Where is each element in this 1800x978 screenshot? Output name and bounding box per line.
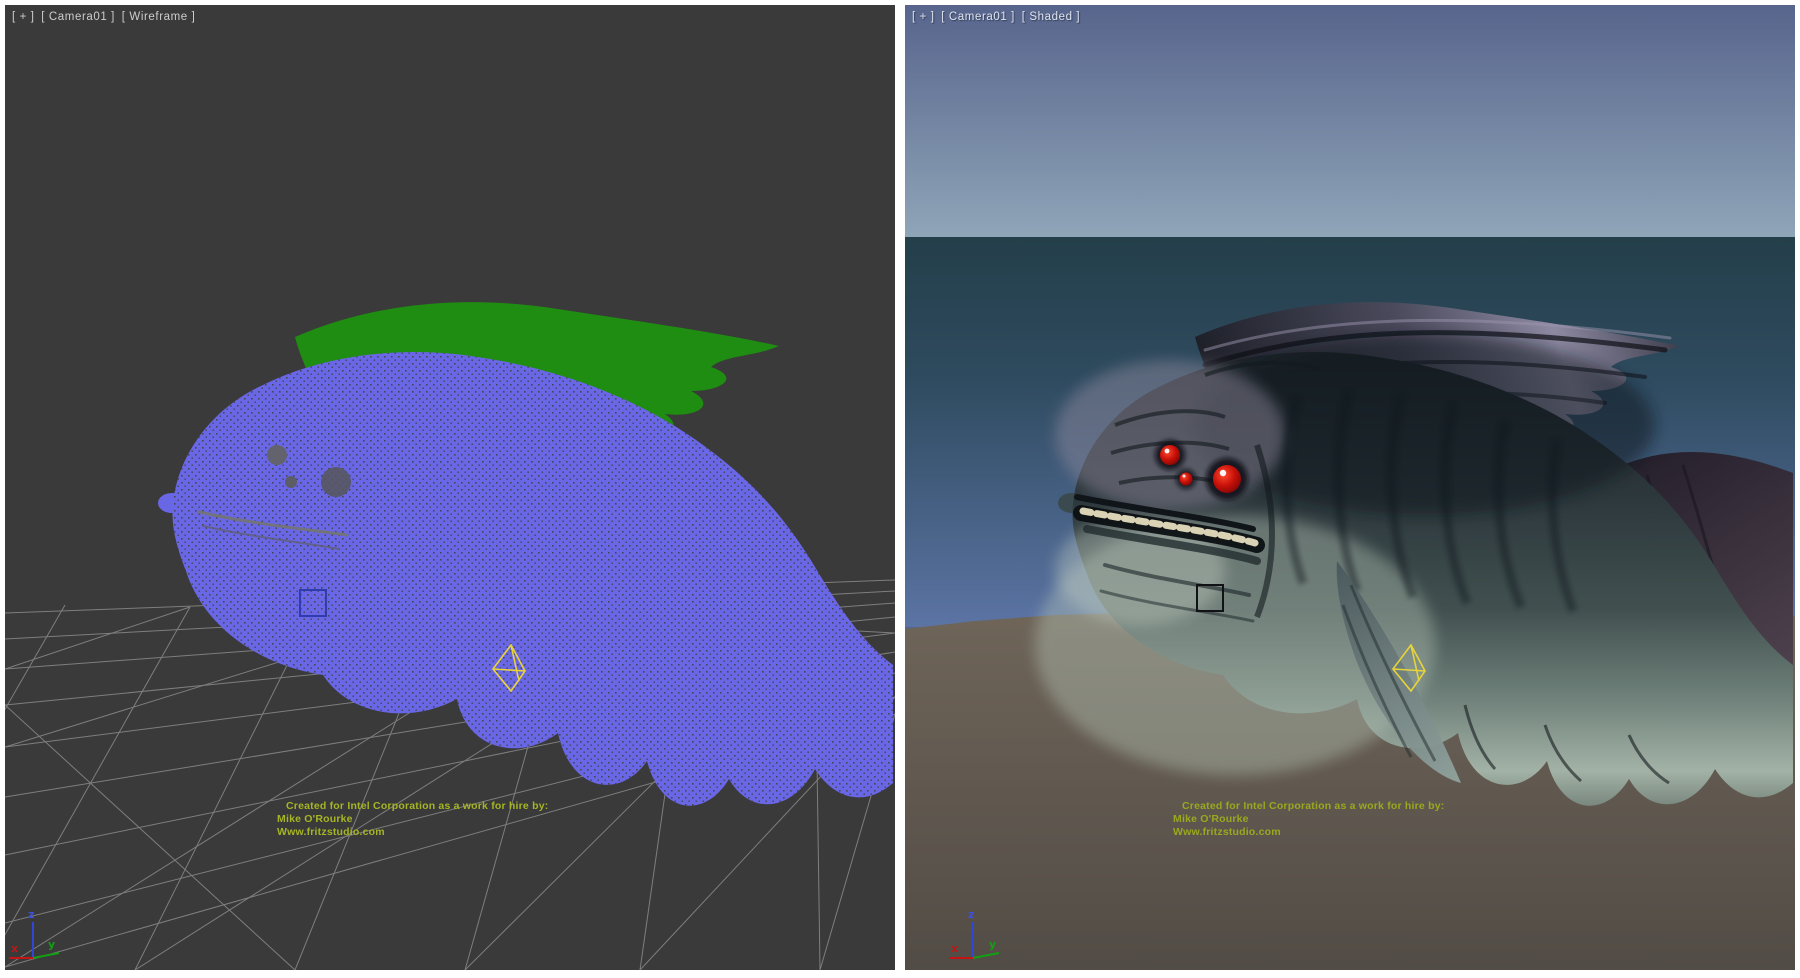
viewport-pov-menu[interactable]: [ Camera01 ] bbox=[41, 11, 115, 23]
viewport-shading-menu[interactable]: [ Wireframe ] bbox=[122, 11, 196, 23]
fish-eye-spot-upper bbox=[267, 445, 287, 465]
fish-eye-spot-large bbox=[321, 467, 351, 497]
viewport-wireframe[interactable]: z x y [ + ] [ Camera01 ] [ Wireframe ] C… bbox=[5, 5, 895, 970]
viewport-layout: z x y [ + ] [ Camera01 ] [ Wireframe ] C… bbox=[0, 0, 1800, 978]
axis-z-label: z bbox=[968, 908, 974, 921]
viewport-general-menu[interactable]: [ + ] bbox=[912, 11, 935, 23]
viewport-general-menu[interactable]: [ + ] bbox=[12, 11, 35, 23]
watermark-line-2: Mike O'Rourke bbox=[277, 813, 548, 826]
axis-y-label: y bbox=[48, 938, 55, 951]
watermark-line-2: Mike O'Rourke bbox=[1173, 813, 1444, 826]
viewport-label-shaded: [ + ] [ Camera01 ] [ Shaded ] bbox=[912, 11, 1083, 23]
fish-eye-spot-small bbox=[285, 476, 297, 488]
watermark-line-3: Www.fritzstudio.com bbox=[1173, 826, 1444, 839]
viewport-pov-menu[interactable]: [ Camera01 ] bbox=[941, 11, 1015, 23]
sky-background bbox=[905, 5, 1795, 237]
watermark-line-1: Created for Intel Corporation as a work … bbox=[1182, 800, 1444, 813]
axis-z-label: z bbox=[28, 908, 34, 921]
axis-x-label: x bbox=[951, 942, 958, 955]
attribution-watermark: Created for Intel Corporation as a work … bbox=[1173, 800, 1444, 839]
axis-y-label: y bbox=[989, 938, 996, 951]
viewport-shaded[interactable]: z x y [ + ] [ Camera01 ] [ Shaded ] Crea… bbox=[905, 5, 1795, 970]
attribution-watermark: Created for Intel Corporation as a work … bbox=[277, 800, 548, 839]
watermark-line-3: Www.fritzstudio.com bbox=[277, 826, 548, 839]
watermark-line-1: Created for Intel Corporation as a work … bbox=[286, 800, 548, 813]
viewport-label-wireframe: [ + ] [ Camera01 ] [ Wireframe ] bbox=[12, 11, 198, 23]
viewport-shading-menu[interactable]: [ Shaded ] bbox=[1022, 11, 1080, 23]
axis-x-label: x bbox=[11, 942, 18, 955]
